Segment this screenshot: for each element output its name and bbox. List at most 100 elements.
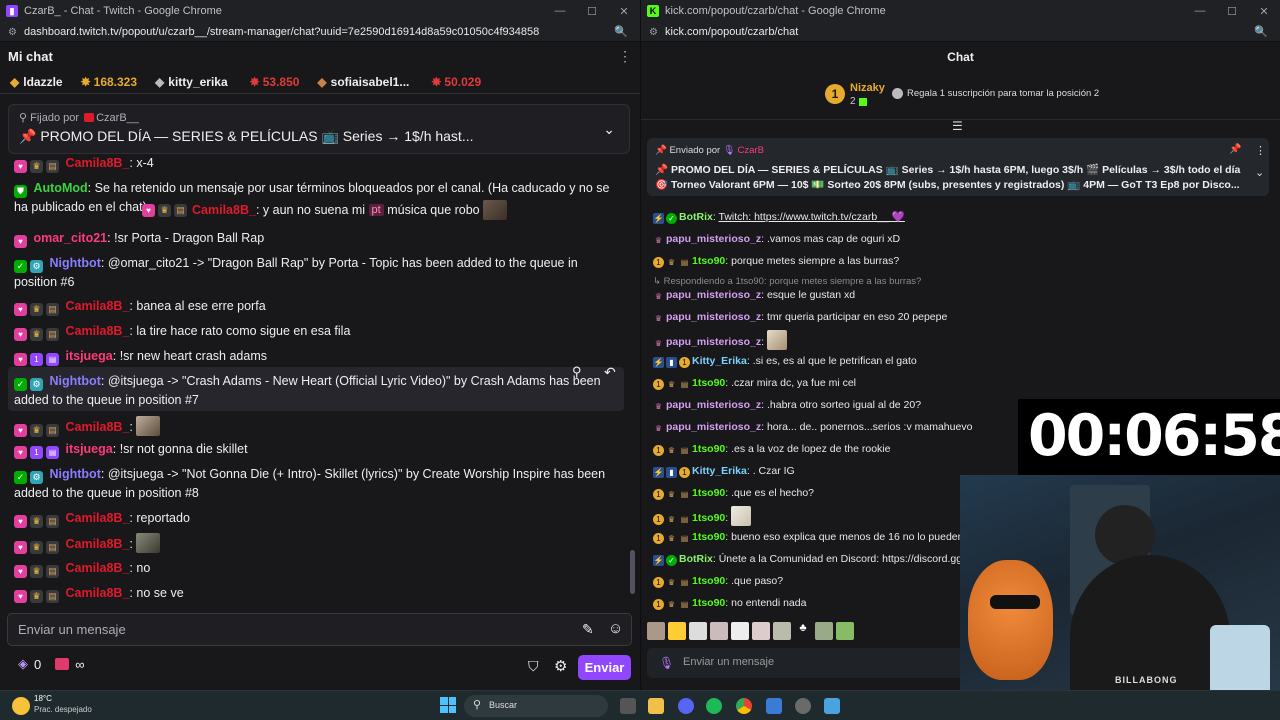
username[interactable]: Camila8B_ — [65, 537, 129, 551]
party-icon[interactable]: ✎ — [582, 621, 594, 638]
send-button[interactable]: Enviar — [578, 655, 631, 680]
zoom-icon[interactable]: 🔍 — [1254, 25, 1268, 38]
mod-shield-icon[interactable]: ⛉ — [528, 658, 539, 675]
username[interactable]: omar_cito21 — [33, 231, 107, 245]
gifter-name[interactable]: Nizaky — [850, 82, 885, 94]
username[interactable]: Nightbot — [49, 467, 100, 481]
close-button[interactable]: ✕ — [1248, 5, 1280, 18]
task-view-icon[interactable] — [620, 698, 636, 714]
pinned-message[interactable]: ⚲ Fijado por CzarB__ 📌 PROMO DEL DÍA — S… — [8, 104, 630, 154]
emote-icon[interactable]: ♣ — [794, 622, 812, 640]
username[interactable]: AutoMod — [33, 181, 87, 195]
leader-name[interactable]: ldazzle — [23, 75, 62, 89]
emote-icon[interactable] — [731, 622, 749, 640]
channel-points[interactable]: ◈ 0 ∞ — [18, 656, 85, 672]
username[interactable]: 1tso90 — [692, 597, 725, 609]
username[interactable]: 1tso90 — [692, 255, 725, 267]
pin-message-icon[interactable]: ⚲ — [572, 364, 582, 380]
shirt-text: BILLABONG — [1115, 675, 1178, 685]
username[interactable]: 1tso90 — [692, 377, 725, 389]
obs-icon[interactable] — [795, 698, 811, 714]
emote-icon[interactable] — [689, 622, 707, 640]
collapse-icon[interactable]: ☰ — [952, 119, 963, 133]
kick-pinned-message[interactable]: 📌 Enviado por 🎙 CzarB 📌 PROMO DEL DÍA — … — [647, 138, 1269, 196]
crown-badge-icon: ♛ — [667, 578, 676, 587]
username[interactable]: 1tso90 — [692, 443, 725, 455]
username[interactable]: BotRix — [679, 553, 713, 565]
minimize-button[interactable]: — — [544, 5, 576, 18]
username[interactable]: papu_misterioso_z — [666, 289, 761, 301]
leader-name[interactable]: sofiaisabel1... — [331, 75, 410, 89]
chevron-down-icon[interactable]: ⌄ — [603, 121, 615, 138]
username[interactable]: Camila8B_ — [65, 420, 129, 434]
site-info-icon[interactable]: ⚙ — [8, 27, 18, 38]
emote-icon[interactable] — [773, 622, 791, 640]
more-options-icon[interactable]: ⋮ — [1255, 144, 1266, 157]
left-address-bar[interactable]: ⚙ dashboard.twitch.tv/popout/u/czarb__/s… — [0, 22, 640, 42]
discord-icon[interactable] — [678, 698, 694, 714]
gift-prompt[interactable]: Regala 1 suscripción para tomar la posic… — [907, 88, 1099, 99]
emote-icon[interactable] — [668, 622, 686, 640]
maximize-button[interactable]: ☐ — [576, 5, 608, 18]
weather-desc[interactable]: Prac. despejado — [34, 705, 92, 714]
username[interactable]: itsjuega — [65, 442, 112, 456]
file-explorer-icon[interactable] — [648, 698, 664, 714]
username[interactable]: Kitty_Erika — [692, 465, 747, 477]
emote-icon[interactable] — [710, 622, 728, 640]
chevron-down-icon[interactable]: ⌄ — [1255, 166, 1264, 179]
reply-icon[interactable]: ↶ — [604, 364, 616, 381]
username[interactable]: Nightbot — [49, 374, 100, 388]
kick-message-input[interactable]: 🎙 Enviar un mensaje — [647, 648, 977, 678]
username[interactable]: itsjuega — [65, 349, 112, 363]
chrome-icon[interactable] — [736, 698, 752, 714]
calculator-icon[interactable] — [824, 698, 840, 714]
message-input[interactable]: Enviar un mensaje ✎ ☺ — [7, 613, 632, 646]
username[interactable]: papu_misterioso_z — [666, 399, 761, 411]
weather-temp[interactable]: 18°C — [34, 694, 52, 703]
username[interactable]: Camila8B_ — [65, 511, 129, 525]
emoji-icon[interactable]: ☺ — [608, 620, 623, 637]
username[interactable]: Camila8B_ — [192, 203, 256, 217]
username[interactable]: Camila8B_ — [65, 561, 129, 575]
start-button[interactable] — [440, 697, 456, 713]
username[interactable]: papu_misterioso_z — [666, 336, 761, 348]
zoom-icon[interactable]: 🔍 — [614, 25, 628, 38]
username[interactable]: papu_misterioso_z — [666, 311, 761, 323]
settings-gear-icon[interactable]: ⚙ — [554, 657, 567, 675]
minimize-button[interactable]: — — [1184, 5, 1216, 18]
username[interactable]: BotRix — [679, 211, 713, 223]
gift-badge-icon: ▤ — [46, 424, 59, 437]
weather-icon[interactable] — [12, 697, 30, 715]
username[interactable]: Kitty_Erika — [692, 355, 747, 367]
emote-icon[interactable] — [815, 622, 833, 640]
message-text[interactable]: Twitch: https://www.twitch.tv/czarb__ 💜 — [719, 211, 905, 223]
scrollbar-thumb[interactable] — [630, 550, 635, 594]
username[interactable]: 1tso90 — [692, 512, 725, 524]
chat-message[interactable]: ✓ ⚙ Nightbot: @itsjuega -> "Crash Adams -… — [14, 372, 610, 409]
notepad-icon[interactable] — [766, 698, 782, 714]
pin-toggle-icon[interactable]: 📌 — [1229, 144, 1241, 155]
username[interactable]: 1tso90 — [692, 575, 725, 587]
emote-icon[interactable] — [752, 622, 770, 640]
username[interactable]: papu_misterioso_z — [666, 233, 761, 245]
reply-context[interactable]: ↳ Respondiendo a 1tso90: porque metes si… — [653, 275, 973, 289]
username[interactable]: 1tso90 — [692, 531, 725, 543]
username[interactable]: Camila8B_ — [65, 586, 129, 600]
emote-icon[interactable] — [647, 622, 665, 640]
right-address-bar[interactable]: ⚙ kick.com/popout/czarb/chat 🔍 — [641, 22, 1280, 42]
maximize-button[interactable]: ☐ — [1216, 5, 1248, 18]
more-options-icon[interactable]: ⋮ — [618, 48, 632, 65]
site-info-icon[interactable]: ⚙ — [649, 27, 659, 38]
username[interactable]: Camila8B_ — [65, 324, 129, 338]
close-button[interactable]: ✕ — [608, 5, 640, 18]
username[interactable]: Nightbot — [49, 256, 100, 270]
emote-icon[interactable] — [836, 622, 854, 640]
spotify-icon[interactable] — [706, 698, 722, 714]
username[interactable]: Camila8B_ — [65, 156, 129, 170]
username[interactable]: papu_misterioso_z — [666, 421, 761, 433]
username[interactable]: 1tso90 — [692, 487, 725, 499]
leader-name[interactable]: kitty_erika — [168, 75, 227, 89]
taskbar-search[interactable]: ⚲ Buscar — [464, 695, 608, 717]
username[interactable]: Camila8B_ — [65, 299, 129, 313]
emote-strip[interactable]: ♣ — [647, 622, 854, 642]
